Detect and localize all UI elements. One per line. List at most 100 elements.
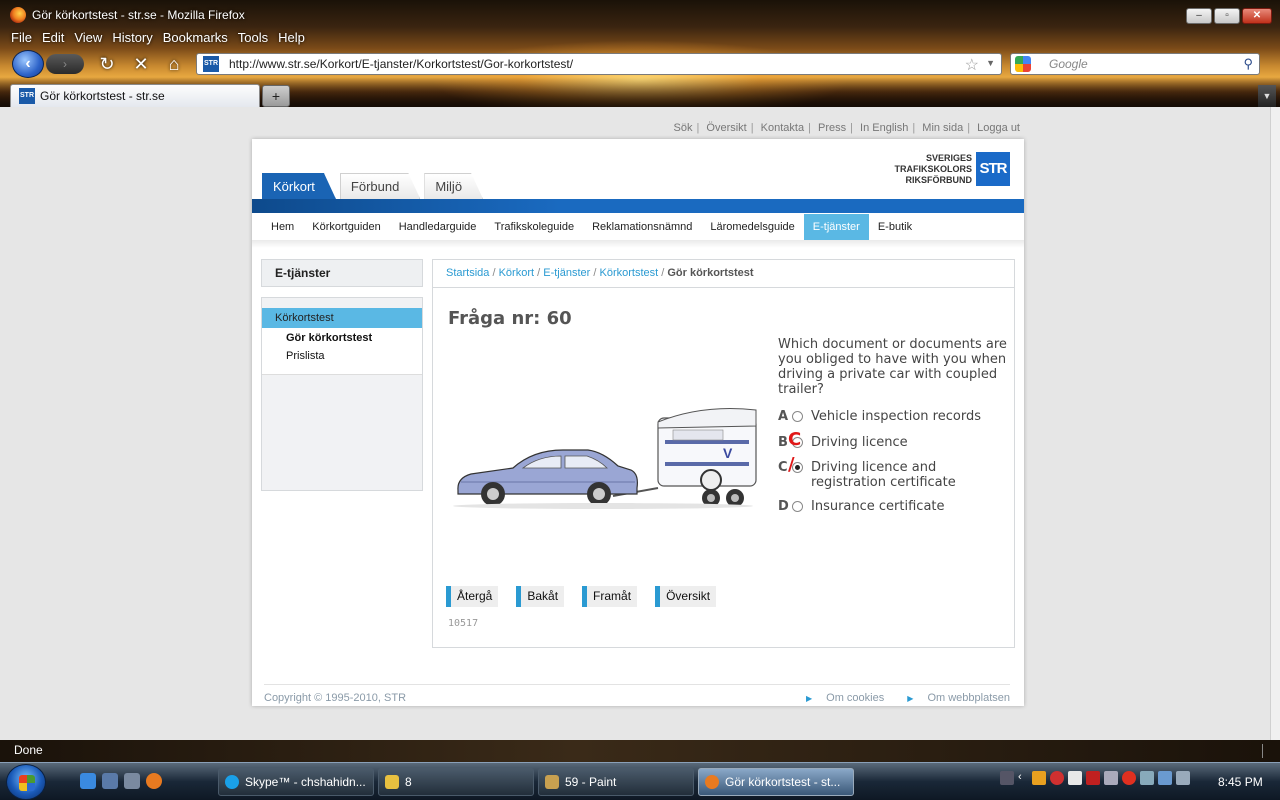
- tab-list-icon[interactable]: ▼: [1258, 85, 1276, 107]
- tab-miljo[interactable]: Miljö: [424, 173, 483, 199]
- subnav-hem[interactable]: Hem: [262, 214, 303, 240]
- tab-title[interactable]: Gör körkortstest - str.se: [40, 89, 165, 103]
- keyboard-icon[interactable]: [1000, 771, 1014, 785]
- subnav-korkortguiden[interactable]: Körkortguiden: [303, 214, 390, 240]
- maximize-button[interactable]: ▫: [1214, 8, 1240, 24]
- resize-grip-icon[interactable]: [1262, 744, 1276, 758]
- link-logga-ut[interactable]: Logga ut: [977, 122, 1020, 134]
- option-d-radio[interactable]: [792, 501, 803, 512]
- tray-app-icon-1[interactable]: [1032, 771, 1046, 785]
- oversikt-button[interactable]: Översikt: [655, 586, 717, 607]
- stop-icon[interactable]: ✕: [130, 53, 152, 75]
- subnav-laromedelsguide[interactable]: Läromedelsguide: [701, 214, 803, 240]
- minimize-button[interactable]: –: [1186, 8, 1212, 24]
- clock[interactable]: 8:45 PM: [1218, 775, 1263, 789]
- menu-help[interactable]: Help: [273, 30, 310, 46]
- url-bar[interactable]: STR http://www.str.se/Korkort/E-tjanster…: [196, 53, 1002, 75]
- link-kontakta[interactable]: Kontakta: [761, 122, 804, 134]
- tray-app-icon-2[interactable]: [1050, 771, 1064, 785]
- search-box[interactable]: Google ⚲: [1010, 53, 1260, 75]
- subnav-trafikskoleguide[interactable]: Trafikskoleguide: [485, 214, 583, 240]
- str-logo[interactable]: SVERIGES TRAFIKSKOLORS RIKSFÖRBUND STR: [895, 152, 1010, 186]
- subnav-e-tjanster[interactable]: E-tjänster: [803, 214, 869, 240]
- link-om-webbplatsen[interactable]: Om webbplatsen: [927, 692, 1010, 704]
- menu-edit[interactable]: Edit: [37, 30, 69, 46]
- link-press[interactable]: Press: [818, 122, 846, 134]
- back-button[interactable]: ‹: [12, 50, 44, 78]
- option-b-text[interactable]: Driving licence: [811, 435, 991, 450]
- option-b[interactable]: B C Driving licence: [778, 431, 991, 451]
- subnav-handledarguide[interactable]: Handledarguide: [390, 214, 486, 240]
- option-c[interactable]: C / Driving licence and registration cer…: [778, 456, 991, 491]
- bakat-button[interactable]: Bakåt: [516, 586, 565, 607]
- tab-forbund[interactable]: Förbund: [340, 173, 420, 199]
- subnav-reklamationsnamnd[interactable]: Reklamationsnämnd: [583, 214, 701, 240]
- option-c-text[interactable]: Driving licence and registration certifi…: [811, 460, 991, 490]
- tray-app-icon-5[interactable]: [1104, 771, 1118, 785]
- search-icon[interactable]: ⚲: [1243, 56, 1253, 72]
- firefox-quick-icon[interactable]: [146, 773, 162, 789]
- subnav-e-butik[interactable]: E-butik: [869, 214, 921, 240]
- sidebar-menu: Körkortstest Gör körkortstest Prislista: [261, 297, 423, 491]
- switch-windows-icon[interactable]: [124, 773, 140, 789]
- safely-remove-icon[interactable]: [1140, 771, 1154, 785]
- task-skype[interactable]: Skype™ - chshahidn...: [218, 768, 374, 796]
- desktop-icon[interactable]: [102, 773, 118, 789]
- menu-file[interactable]: File: [6, 30, 37, 46]
- search-placeholder[interactable]: Google: [1049, 57, 1088, 71]
- url-text[interactable]: http://www.str.se/Korkort/E-tjanster/Kor…: [229, 57, 573, 71]
- browser-chrome: Gör körkortstest - str.se - Mozilla Fire…: [0, 0, 1280, 107]
- crumb-e-tjanster[interactable]: E-tjänster: [543, 267, 590, 279]
- tab-korkort[interactable]: Körkort: [262, 173, 336, 199]
- menu-bookmarks[interactable]: Bookmarks: [158, 30, 233, 46]
- crumb-korkort[interactable]: Körkort: [499, 267, 534, 279]
- question-title: Fråga nr: 60: [448, 308, 572, 329]
- volume-icon[interactable]: [1176, 771, 1190, 785]
- link-sok[interactable]: Sök: [674, 122, 693, 134]
- home-icon[interactable]: ⌂: [163, 53, 185, 75]
- aterga-button[interactable]: Återgå: [446, 586, 499, 607]
- url-dropdown-icon[interactable]: ▼: [986, 58, 995, 68]
- sidebar-item-prislista[interactable]: Prislista: [286, 350, 325, 362]
- link-min-sida[interactable]: Min sida: [922, 122, 963, 134]
- link-om-cookies[interactable]: Om cookies: [826, 692, 884, 704]
- close-button[interactable]: ✕: [1242, 8, 1272, 24]
- network-icon[interactable]: [1158, 771, 1172, 785]
- task-firefox[interactable]: Gör körkortstest - st...: [698, 768, 854, 796]
- tray-expand-icon[interactable]: ‹: [1018, 771, 1028, 785]
- option-a-radio[interactable]: [792, 411, 803, 422]
- menu-history[interactable]: History: [107, 30, 157, 46]
- task-paint[interactable]: 59 - Paint: [538, 768, 694, 796]
- tab-favicon: STR: [19, 88, 35, 104]
- tray-app-icon-6[interactable]: [1122, 771, 1136, 785]
- option-a[interactable]: A Vehicle inspection records: [778, 409, 991, 424]
- option-d[interactable]: D Insurance certificate: [778, 499, 991, 514]
- menu-tools[interactable]: Tools: [233, 30, 273, 46]
- bookmark-star-icon[interactable]: ☆: [965, 55, 979, 75]
- forward-button[interactable]: ›: [46, 54, 84, 74]
- new-tab-button[interactable]: +: [262, 85, 290, 107]
- sidebar-item-korkortstest[interactable]: Körkortstest: [262, 308, 422, 328]
- option-d-text[interactable]: Insurance certificate: [811, 499, 991, 514]
- tray-app-icon-4[interactable]: [1086, 771, 1100, 785]
- link-oversikt[interactable]: Översikt: [706, 122, 746, 134]
- google-icon[interactable]: [1015, 56, 1031, 72]
- crumb-korkortstest[interactable]: Körkortstest: [599, 267, 658, 279]
- option-a-text[interactable]: Vehicle inspection records: [811, 409, 991, 424]
- framat-button[interactable]: Framåt: [582, 586, 638, 607]
- reload-icon[interactable]: ↻: [96, 53, 118, 75]
- crumb-startsida[interactable]: Startsida: [446, 267, 489, 279]
- browser-tab[interactable]: STR Gör körkortstest - str.se: [10, 84, 260, 107]
- option-a-letter: A: [778, 409, 789, 424]
- ie-icon[interactable]: [80, 773, 96, 789]
- start-button[interactable]: [6, 764, 46, 800]
- status-bar: Done: [0, 740, 1280, 762]
- sidebar-item-gor-korkortstest[interactable]: Gör körkortstest: [286, 332, 372, 344]
- task-folder[interactable]: 8: [378, 768, 534, 796]
- menu-view[interactable]: View: [69, 30, 107, 46]
- vertical-scrollbar[interactable]: [1270, 107, 1280, 740]
- link-in-english[interactable]: In English: [860, 122, 908, 134]
- tray-app-icon-3[interactable]: [1068, 771, 1082, 785]
- site-favicon: STR: [203, 56, 219, 72]
- svg-text:V: V: [723, 445, 733, 461]
